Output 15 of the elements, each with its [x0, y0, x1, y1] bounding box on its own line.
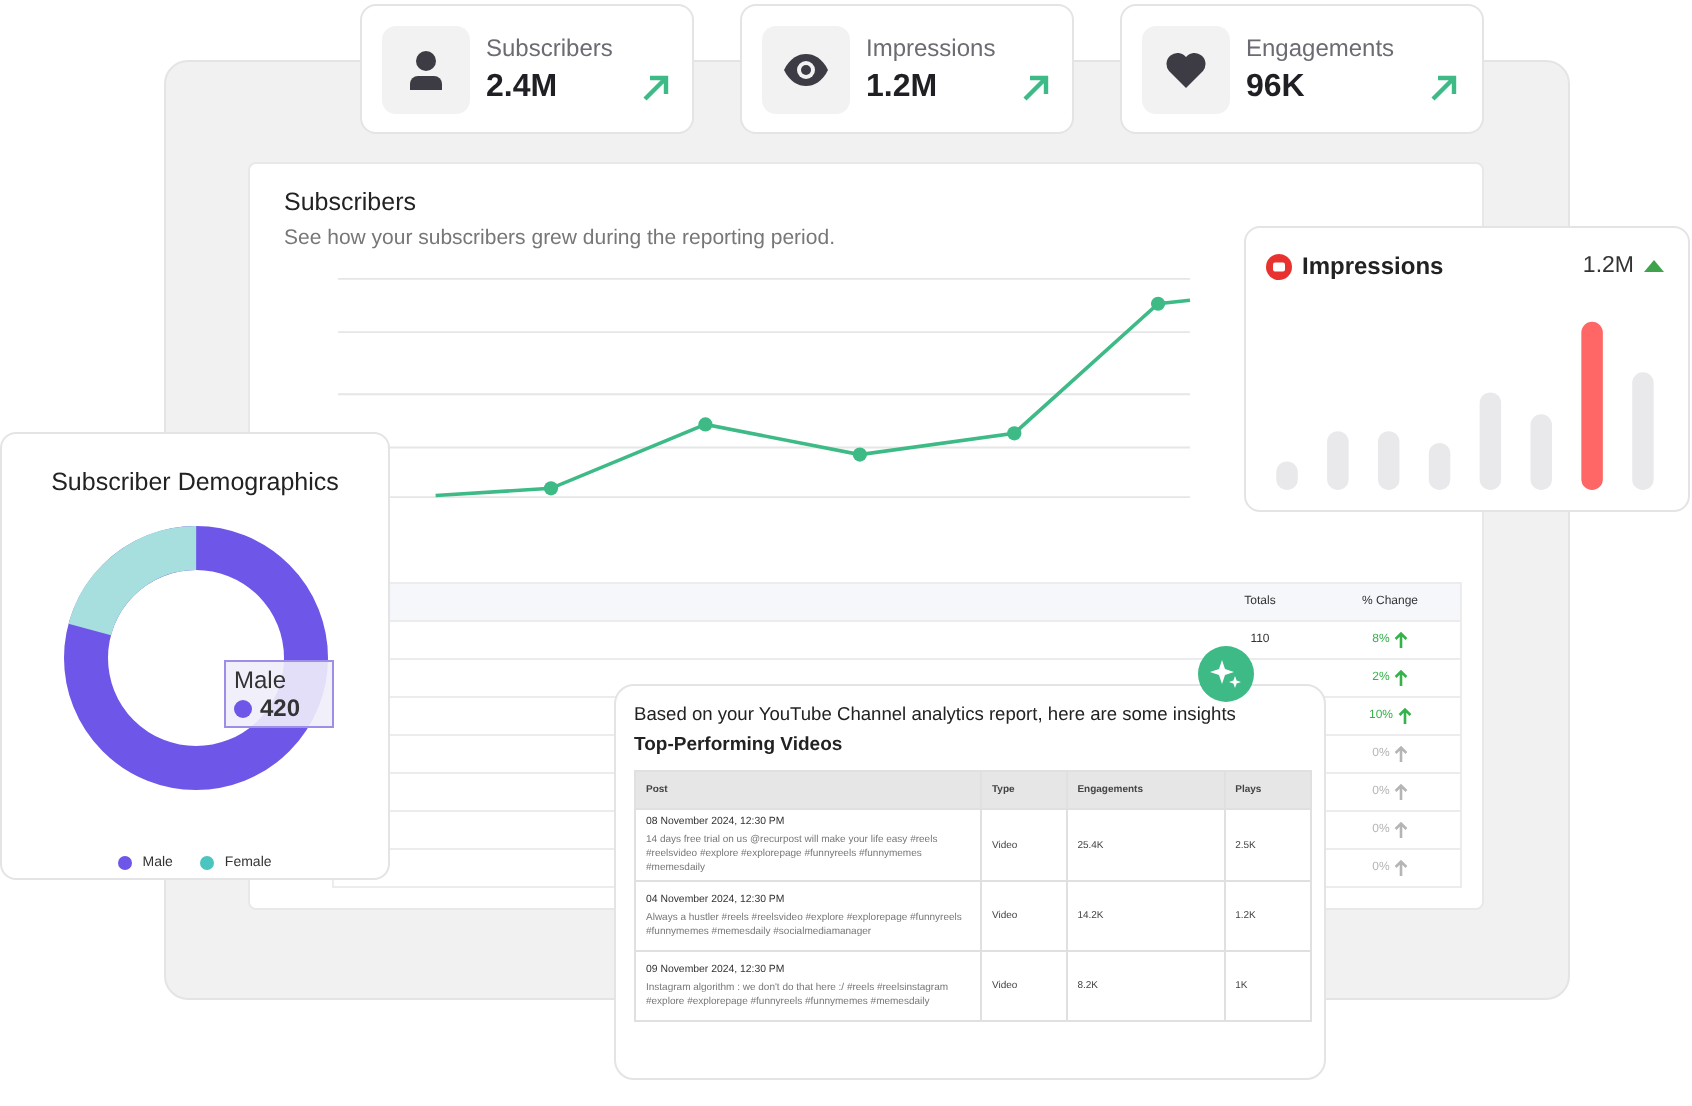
- stat-label: Subscribers: [486, 33, 615, 61]
- card-subtitle: See how your subscribers grew during the reporting period.: [284, 226, 837, 250]
- card-title: Impressions: [1302, 252, 1446, 280]
- insights-text: Based on your YouTube Channel analytics report, here are some insights: [634, 704, 1238, 724]
- stat-label: Impressions: [866, 33, 998, 61]
- card-title: Subscriber Demographics: [51, 468, 339, 496]
- stat-value: 96K: [1246, 69, 1307, 105]
- tooltip-value: 420: [260, 694, 301, 722]
- insights-heading: Top-Performing Videos: [634, 734, 845, 756]
- stat-value: 2.4M: [486, 69, 560, 105]
- impressions-value: 1.2M: [1582, 254, 1634, 278]
- stat-value: 1.2M: [866, 69, 940, 105]
- tooltip-label: Male: [234, 666, 289, 694]
- stat-label: Engagements: [1246, 33, 1397, 61]
- card-title: Subscribers: [284, 188, 418, 216]
